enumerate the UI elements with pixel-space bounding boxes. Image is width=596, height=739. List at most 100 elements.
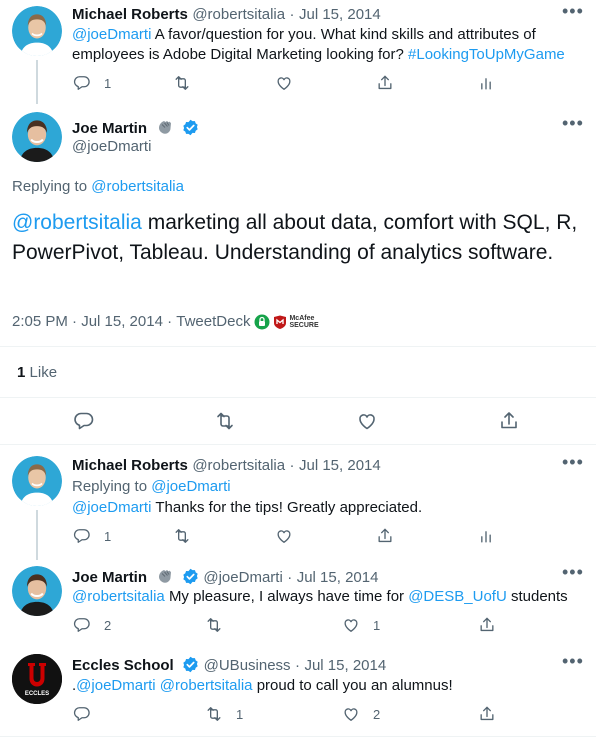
heart-icon [277,530,291,543]
avatar[interactable] [12,456,62,506]
tweet-header: Eccles School @UBusiness · Jul 15, 2014 [72,656,386,675]
user-handle[interactable]: @UBusiness [204,657,291,674]
tweet-date[interactable]: Jul 15, 2014 [299,6,381,23]
analytics-button[interactable] [476,526,496,546]
reply-count: 2 [104,617,112,633]
reply-icon [73,529,90,543]
mention-link[interactable]: @robertsitalia [160,677,253,694]
display-name[interactable]: Eccles School [72,657,174,674]
like-button[interactable]: 2 [341,704,380,724]
user-handle[interactable]: @robertsitalia [192,6,285,23]
mcafee-shield-icon [274,315,287,329]
share-button[interactable] [375,73,395,93]
waving-hand-icon [158,569,172,584]
tweet-text: @joeDmarti Thanks for the tips! Greatly … [72,498,422,518]
more-icon[interactable]: ••• [562,2,584,20]
tweet-meta: 2:05 PM · Jul 15, 2014 · TweetDeck McAfe… [12,313,319,330]
avatar[interactable] [12,112,62,162]
reply-button[interactable] [72,409,96,433]
share-button[interactable] [477,615,497,635]
tweet-text: .@joeDmarti @robertsitalia proud to call… [72,676,453,696]
like-button[interactable] [274,526,294,546]
thread-line [36,60,38,104]
retweet-count: 1 [236,706,244,722]
tweet-body-end: students [510,588,568,605]
retweet-button[interactable] [172,526,192,546]
retweet-button[interactable]: 1 [204,704,243,724]
hashtag-link[interactable]: #LookingToUpMyGame [408,46,565,63]
tweet-text: @robertsitalia My pleasure, I always hav… [72,587,568,607]
user-handle[interactable]: @robertsitalia [192,457,285,474]
replying-label: Replying to [72,478,148,495]
verified-badge-icon [182,656,199,673]
verified-badge-icon [182,568,199,585]
reply-button[interactable] [72,704,92,724]
mention-link[interactable]: @DESB_UofU [408,588,507,605]
reply-button[interactable]: 2 [72,615,111,635]
mention-link[interactable]: @joeDmarti [76,677,155,694]
heart-icon [344,708,358,721]
like-count: 1 [373,617,381,633]
retweet-button[interactable] [204,615,224,635]
tweet-date[interactable]: Jul 15, 2014 [297,569,379,586]
heart-icon [277,77,291,90]
reply-button[interactable]: 1 [72,526,111,546]
like-count: 2 [373,706,381,722]
more-icon[interactable]: ••• [562,453,584,471]
main-tweet-text: @robertsitalia marketing all about data,… [12,208,587,268]
user-handle[interactable]: @joeDmarti [203,569,282,586]
divider [0,346,596,347]
share-icon [480,617,494,632]
reply-button[interactable]: 1 [72,73,111,93]
retweet-icon [217,412,233,430]
display-name[interactable]: Joe Martin [72,120,147,137]
reply-icon [73,76,90,90]
lock-icon [254,314,270,329]
like-label: Like [29,364,58,381]
tweet-header: Michael Roberts @robertsitalia · Jul 15,… [72,457,381,475]
display-name[interactable]: Joe Martin [72,569,147,586]
likes-count-row[interactable]: 1 Like [17,364,57,381]
heart-icon [344,619,358,632]
retweet-icon [175,76,189,90]
more-icon[interactable]: ••• [562,563,584,581]
avatar[interactable] [12,6,62,56]
share-button[interactable] [375,526,395,546]
separator: · [295,657,301,674]
user-handle[interactable]: @joeDmarti [72,138,151,155]
mention-link[interactable]: @robertsitalia [12,211,142,234]
avatar[interactable]: ECCLES [12,654,62,704]
mcafee-label: McAfee [289,314,315,322]
like-button[interactable] [274,73,294,93]
tweet-date[interactable]: Jul 15, 2014 [304,657,386,674]
like-button[interactable] [355,409,379,433]
more-icon[interactable]: ••• [562,652,584,670]
mcafee-badge: McAfee SECURE [254,314,319,330]
display-name[interactable]: Michael Roberts [72,457,188,474]
share-button[interactable] [497,409,521,433]
display-name[interactable]: Michael Roberts [72,6,188,23]
retweet-button[interactable] [172,73,192,93]
mention-link[interactable]: @joeDmarti [72,499,151,516]
avatar[interactable] [12,566,62,616]
mention-link[interactable]: @robertsitalia [72,588,165,605]
tweet-body: My pleasure, I always have time for [168,588,405,605]
tweet-date[interactable]: Jul 15, 2014 [299,457,381,474]
replying-to-link[interactable]: @joeDmarti [151,478,230,495]
reply-count: 1 [104,528,112,544]
more-icon[interactable]: ••• [562,114,584,132]
analytics-icon [481,531,491,543]
replying-to: Replying to @robertsitalia [12,178,184,195]
analytics-button[interactable] [476,73,496,93]
reply-icon [74,412,94,430]
thread-line [36,510,38,560]
tweet-timestamp[interactable]: 2:05 PM · Jul 15, 2014 · [12,313,176,330]
tweet-source[interactable]: TweetDeck [176,313,250,330]
like-button[interactable]: 1 [341,615,380,635]
author-name-row: Joe Martin [72,118,199,138]
retweet-button[interactable] [213,409,237,433]
replying-to-link[interactable]: @robertsitalia [91,178,184,195]
replying-label: Replying to [12,178,88,195]
mention-link[interactable]: @joeDmarti [72,26,151,43]
share-button[interactable] [477,704,497,724]
